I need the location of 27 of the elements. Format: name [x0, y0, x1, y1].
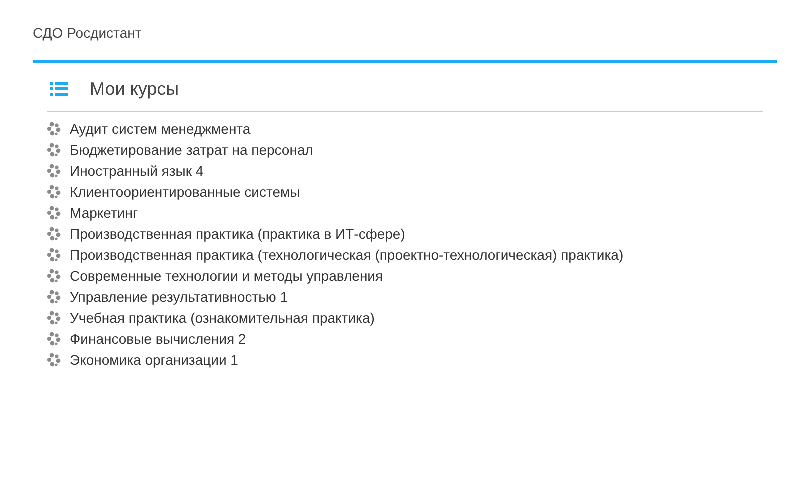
block-title: Мои курсы	[90, 78, 180, 100]
course-link[interactable]: Управление результативностью 1	[70, 288, 288, 304]
course-icon	[47, 122, 61, 136]
course-icon	[47, 184, 61, 198]
course-link[interactable]: Маркетинг	[70, 204, 138, 220]
list-icon	[50, 82, 68, 96]
course-icon	[47, 248, 61, 262]
course-icon	[47, 290, 61, 304]
course-link[interactable]: Экономика организации 1	[70, 352, 238, 368]
course-link[interactable]: Финансовые вычисления 2	[70, 330, 246, 346]
course-link[interactable]: Производственная практика (технологическая (проектно-технологическая) практика)	[70, 246, 624, 262]
course-icon	[47, 226, 61, 240]
course-link[interactable]: Аудит систем менеджмента	[70, 120, 251, 136]
course-icon	[47, 268, 61, 282]
course-icon	[47, 206, 61, 220]
course-link[interactable]: Современные технологии и методы управления	[70, 268, 384, 284]
course-link[interactable]: Учебная практика (ознакомительная практика)	[70, 310, 375, 326]
course-icon	[47, 142, 61, 156]
course-icon	[47, 164, 61, 178]
course-icon	[47, 310, 61, 324]
course-link[interactable]: Клиентоориентированные системы	[70, 184, 300, 200]
course-icon	[47, 332, 61, 346]
course-link[interactable]: Бюджетирование затрат на персонал	[70, 142, 314, 158]
course-link[interactable]: Производственная практика (практика в ИТ-сфере)	[70, 226, 406, 242]
site-title: СДО Росдистант	[33, 24, 142, 42]
course-icon	[47, 352, 61, 366]
course-link[interactable]: Иностранный язык 4	[70, 162, 204, 178]
